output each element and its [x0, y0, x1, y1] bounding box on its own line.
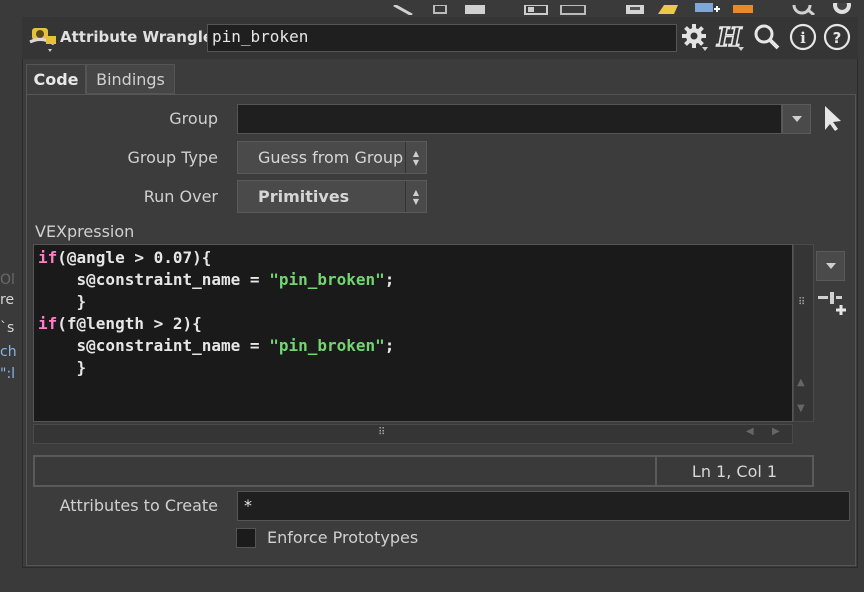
camera-icon[interactable]	[828, 0, 856, 14]
create-spare-parameters-icon[interactable]	[816, 288, 848, 318]
run-over-value: Primitives	[258, 187, 350, 206]
code-horizontal-scrollbar[interactable]: ⠿ ◀ ▶	[33, 424, 793, 444]
attributes-to-create-value: *	[244, 496, 252, 515]
code-token: }	[38, 292, 87, 311]
vexpression-label: VEXpression	[35, 222, 135, 241]
folder-icon[interactable]	[732, 0, 754, 13]
background-text-5: ":l	[0, 366, 16, 382]
panel-icon[interactable]	[464, 0, 486, 14]
cursor-position: Ln 1, Col 1	[691, 462, 778, 481]
chevron-down-icon	[791, 116, 802, 122]
background-text-2: re	[0, 292, 15, 308]
chevron-down-icon	[825, 263, 836, 269]
code-token: if	[38, 248, 58, 267]
gear-icon[interactable]	[680, 22, 710, 52]
code-token: "pin_broken"	[269, 270, 385, 289]
code-token: ;	[384, 336, 395, 355]
enforce-prototypes-checkbox[interactable]	[236, 528, 256, 548]
code-token: s@constraint_name =	[38, 336, 270, 355]
tab-code[interactable]: Code	[26, 64, 86, 94]
note-icon[interactable]	[656, 0, 682, 14]
scroll-right-icon[interactable]: ▶	[772, 426, 780, 437]
spinner-arrows-icon: ▲ ▼	[405, 181, 426, 212]
code-text[interactable]: if(@angle > 0.07){ s@constraint_name = "…	[34, 245, 792, 381]
code-token: }	[38, 358, 87, 377]
code-line[interactable]: s@constraint_name = "pin_broken";	[38, 269, 788, 291]
background-text-3: `s	[0, 320, 15, 336]
attributes-to-create-label: Attributes to Create	[59, 496, 218, 515]
tab-bindings[interactable]: Bindings	[86, 64, 175, 94]
group-type-label: Group Type	[127, 148, 218, 167]
save-icon[interactable]	[624, 0, 646, 14]
help-icon[interactable]: ?	[822, 22, 852, 52]
run-over-label: Run Over	[143, 187, 218, 206]
group-field[interactable]	[237, 104, 782, 134]
code-menu-button[interactable]	[816, 251, 845, 281]
editor-status-bar: Ln 1, Col 1	[33, 455, 814, 487]
svg-text:?: ?	[833, 29, 842, 47]
node-type-label: Attribute Wrangle	[60, 28, 214, 46]
code-token: (f@length > 2){	[57, 314, 202, 333]
image-view-icon[interactable]	[560, 0, 586, 15]
code-vertical-scrollbar[interactable]: ⠿ ▲ ▼	[793, 244, 814, 422]
info-icon[interactable]: i	[788, 22, 818, 52]
tab-code-label: Code	[33, 70, 79, 89]
node-name-field[interactable]: pin_broken	[207, 24, 677, 52]
layout-icon[interactable]	[432, 0, 450, 14]
group-type-menu[interactable]: Guess from Group ▲ ▼	[237, 141, 427, 174]
tab-bindings-label: Bindings	[96, 69, 165, 89]
houdini-help-icon[interactable]: H	[714, 22, 744, 52]
code-token: "pin_broken"	[269, 336, 385, 355]
scrollbar-grip-icon[interactable]: ⠿	[798, 298, 805, 308]
code-line[interactable]: }	[38, 291, 788, 313]
pointer-select-icon[interactable]	[820, 104, 846, 132]
spinner-arrows-icon: ▲ ▼	[405, 142, 426, 173]
top-search-icon[interactable]	[792, 0, 818, 17]
code-line[interactable]: if(@angle > 0.07){	[38, 247, 788, 269]
wrangle-node-icon[interactable]	[28, 22, 58, 54]
code-token: ;	[384, 270, 395, 289]
svg-text:i: i	[800, 29, 806, 47]
code-editor[interactable]: if(@angle > 0.07){ s@constraint_name = "…	[33, 244, 793, 422]
wrench-icon[interactable]	[392, 0, 416, 17]
code-line[interactable]: s@constraint_name = "pin_broken";	[38, 335, 788, 357]
h-scroll-grip-icon[interactable]: ⠿	[378, 427, 385, 438]
code-token: (@angle > 0.07){	[57, 248, 212, 267]
code-line[interactable]: if(f@length > 2){	[38, 313, 788, 335]
group-dropdown-button[interactable]	[782, 104, 811, 134]
attributes-to-create-field[interactable]: *	[237, 491, 850, 521]
status-message	[35, 457, 657, 485]
enforce-prototypes-label: Enforce Prototypes	[267, 528, 419, 547]
scroll-down-icon[interactable]: ▼	[797, 403, 805, 414]
group-type-value: Guess from Group	[258, 148, 404, 167]
background-text-4: ch	[0, 344, 17, 360]
code-token: if	[38, 314, 58, 333]
group-label: Group	[169, 109, 218, 128]
code-line[interactable]: }	[38, 357, 788, 379]
scroll-up-icon[interactable]: ▲	[797, 377, 805, 388]
grid-view-icon[interactable]	[524, 0, 548, 15]
scroll-left-icon[interactable]: ◀	[746, 426, 754, 437]
run-over-menu[interactable]: Primitives ▲ ▼	[237, 180, 427, 213]
search-icon[interactable]	[752, 22, 782, 52]
code-token: s@constraint_name =	[38, 270, 270, 289]
add-window-icon[interactable]	[694, 0, 722, 12]
background-text-1: Ol	[0, 272, 15, 288]
